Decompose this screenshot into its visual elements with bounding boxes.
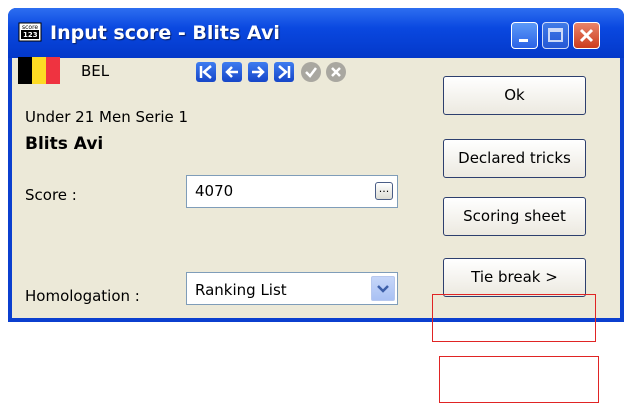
score-label: Score : <box>25 186 77 204</box>
cancel-icon <box>326 62 346 82</box>
tie-break-button[interactable]: Tie break > <box>443 258 586 297</box>
homologation-select[interactable]: Ranking List <box>186 272 398 305</box>
belgium-flag-icon <box>18 57 60 84</box>
homologation-value: Ranking List <box>195 281 287 299</box>
homologation-label: Homologation : <box>25 287 140 305</box>
chevron-down-icon <box>377 285 389 293</box>
last-icon[interactable] <box>274 62 294 82</box>
previous-icon[interactable] <box>222 62 242 82</box>
dropdown-button[interactable] <box>371 276 395 301</box>
minimize-icon <box>519 39 528 42</box>
title-bar[interactable]: score 123 Input score - Blits Avi <box>8 8 624 58</box>
category-label: Under 21 Men Serie 1 <box>25 108 189 126</box>
maximize-icon <box>548 28 563 42</box>
declared-tricks-button[interactable]: Declared tricks <box>443 139 586 178</box>
score-value: 4070 <box>195 182 234 200</box>
first-icon[interactable] <box>196 62 216 82</box>
score-app-icon: score 123 <box>18 22 42 42</box>
next-icon[interactable] <box>248 62 268 82</box>
close-icon <box>579 28 594 43</box>
maximize-button[interactable] <box>542 22 569 49</box>
window-title: Input score - Blits Avi <box>50 22 280 44</box>
confirm-icon <box>301 62 321 82</box>
svg-text:123: 123 <box>23 31 38 39</box>
score-picker-button[interactable]: ... <box>375 182 393 200</box>
scoring-sheet-button[interactable]: Scoring sheet <box>443 197 586 236</box>
minimize-button[interactable] <box>511 22 538 49</box>
country-code: BEL <box>81 62 110 80</box>
close-button[interactable] <box>573 22 600 49</box>
competitor-name: Blits Avi <box>25 134 104 154</box>
ok-button[interactable]: Ok <box>443 76 586 115</box>
icon-score-label: score <box>22 24 38 31</box>
score-input[interactable]: 4070 ... <box>186 175 398 208</box>
highlight-box <box>439 356 599 403</box>
highlight-box <box>432 294 596 342</box>
